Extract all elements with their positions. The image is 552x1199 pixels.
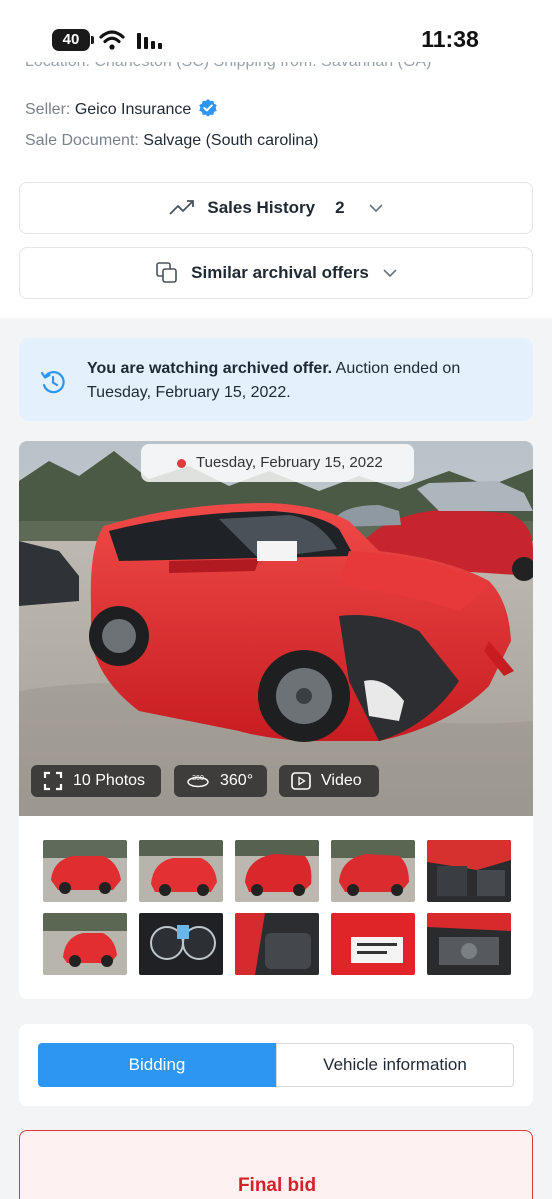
seller-row: Seller: Geico Insurance	[25, 98, 218, 119]
wifi-icon	[99, 30, 125, 50]
battery-indicator: 40	[52, 29, 94, 51]
chevron-down-icon	[383, 269, 397, 278]
thumbnail-5[interactable]	[427, 840, 511, 902]
thumbnail-10[interactable]	[427, 913, 511, 975]
final-bid-label: Final bid	[237, 1175, 317, 1196]
status-clock: 11:38	[421, 26, 479, 52]
thumbnail-2[interactable]	[139, 840, 223, 902]
thumbnail-6[interactable]	[43, 913, 127, 975]
tab-vehicle-information[interactable]: Vehicle information	[276, 1043, 514, 1087]
archived-offer-message: You are watching archived offer. Auction…	[87, 357, 487, 405]
detail-tabs-card: Bidding Vehicle information	[19, 1024, 533, 1106]
thumbnail-1[interactable]	[43, 840, 127, 902]
archived-offer-notice: You are watching archived offer. Auction…	[19, 338, 533, 421]
similar-offers-label: Similar archival offers	[191, 263, 369, 282]
thumbnail-grid	[43, 840, 511, 975]
view-360-label: 360°	[220, 772, 254, 789]
chevron-down-icon	[369, 204, 383, 213]
thumbnail-3[interactable]	[235, 840, 319, 902]
video-button-label: Video	[321, 772, 362, 789]
verified-badge-icon	[199, 99, 217, 117]
final-bid-panel: Final bid	[19, 1130, 533, 1199]
sale-document-label: Sale Document:	[25, 132, 139, 149]
thumbnail-9[interactable]	[331, 913, 415, 975]
sales-history-count: 2	[335, 198, 345, 217]
status-bar: 40 11:38	[0, 0, 552, 62]
tab-bidding[interactable]: Bidding	[38, 1043, 276, 1087]
photo-gallery-card: Tuesday, February 15, 2022 10 Photos 360…	[19, 441, 533, 999]
rotate-360-icon: 360	[187, 775, 209, 788]
history-icon	[40, 371, 65, 394]
trending-up-icon	[169, 200, 195, 215]
seller-value: Geico Insurance	[74, 101, 192, 118]
auction-date-pill: Tuesday, February 15, 2022	[141, 444, 414, 482]
thumbnail-8[interactable]	[235, 913, 319, 975]
sales-history-toggle[interactable]: Sales History 2	[19, 182, 533, 234]
location-row-partial: Location: Charleston (SC) Shipping from:…	[25, 62, 431, 76]
similar-offers-toggle[interactable]: Similar archival offers	[19, 247, 533, 299]
play-video-icon	[291, 772, 311, 790]
sales-history-label: Sales History	[207, 198, 316, 217]
copy-icon	[156, 262, 177, 283]
photos-button[interactable]: 10 Photos	[31, 765, 161, 797]
sale-document-value: Salvage (South carolina)	[143, 132, 319, 149]
view-360-button[interactable]: 360 360°	[174, 765, 267, 797]
thumbnail-7[interactable]	[139, 913, 223, 975]
main-vehicle-photo[interactable]	[19, 441, 533, 816]
archived-offer-bold: You are watching archived offer.	[87, 360, 333, 377]
seller-label: Seller:	[25, 101, 71, 118]
photos-button-label: 10 Photos	[73, 772, 146, 789]
thumbnail-4[interactable]	[331, 840, 415, 902]
fullscreen-icon	[43, 771, 63, 791]
sale-document-row: Sale Document: Salvage (South carolina)	[25, 132, 319, 150]
svg-text:360: 360	[192, 775, 204, 782]
cellular-signal-icon	[137, 33, 162, 49]
video-button[interactable]: Video	[279, 765, 379, 797]
